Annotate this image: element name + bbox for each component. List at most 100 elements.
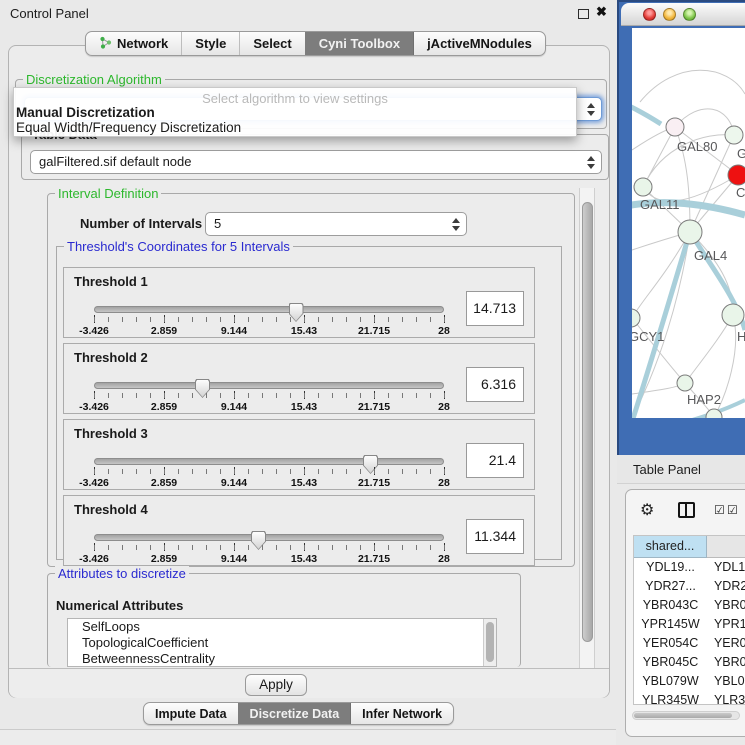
- node-h[interactable]: [722, 304, 744, 326]
- list-item[interactable]: BetweennessCentrality: [68, 651, 496, 667]
- slider-minor-ticks: [94, 469, 445, 474]
- threshold-slider[interactable]: -3.4262.8599.14415.4321.71528: [94, 420, 444, 491]
- threshold-slider[interactable]: -3.4262.8599.14415.4321.71528: [94, 344, 444, 415]
- slider-track[interactable]: [94, 534, 444, 541]
- threshold-value-field[interactable]: 11.344: [466, 519, 524, 554]
- column-header-name[interactable]: n...: [707, 536, 745, 558]
- threshold-slider[interactable]: -3.4262.8599.14415.4321.71528: [94, 268, 444, 339]
- gear-icon[interactable]: ⚙: [640, 500, 654, 520]
- tab-cyni-toolbox[interactable]: Cyni Toolbox: [305, 32, 413, 55]
- threshold-value-field[interactable]: 21.4: [466, 443, 524, 478]
- node-hap2[interactable]: [677, 375, 693, 391]
- close-icon[interactable]: ✖: [596, 4, 607, 20]
- combo-stepper-icon: [586, 102, 595, 117]
- scrollbar-thumb[interactable]: [486, 622, 494, 662]
- bottom-tab-bar: Impute Data Discretize Data Infer Networ…: [143, 702, 454, 725]
- node-gal4[interactable]: [678, 220, 702, 244]
- panel-title: Control Panel: [10, 6, 89, 21]
- table-row[interactable]: YBL079WYBL0: [634, 672, 745, 691]
- threshold-value-field[interactable]: 6.316: [466, 367, 524, 402]
- table-horizontal-scrollbar[interactable]: [632, 711, 740, 720]
- group-title: Attributes to discretize: [55, 566, 189, 581]
- node-gal80[interactable]: [666, 118, 684, 136]
- slider-minor-ticks: [94, 393, 445, 398]
- node-label: GAL4: [694, 248, 727, 263]
- attributes-to-discretize-group: Attributes to discretize Numerical Attri…: [47, 573, 521, 667]
- node-label: H: [737, 329, 745, 344]
- node-red[interactable]: [728, 165, 745, 185]
- threshold-value-field[interactable]: 14.713: [466, 291, 524, 326]
- node-label: GAL80: [677, 139, 717, 154]
- tab-network[interactable]: Network: [86, 32, 181, 55]
- slider-track[interactable]: [94, 458, 444, 465]
- group-title: Interval Definition: [55, 186, 161, 201]
- slider-track[interactable]: [94, 382, 444, 389]
- list-item[interactable]: SelfLoops: [68, 619, 496, 635]
- tab-select[interactable]: Select: [239, 32, 304, 55]
- slider-minor-ticks: [94, 317, 445, 322]
- minimize-traffic-light[interactable]: [663, 8, 676, 21]
- table-panel: Table Panel ⚙ ☑ ☑ shared... n... YDL19..…: [617, 455, 745, 745]
- node-label: C: [736, 185, 745, 200]
- list-scrollbar[interactable]: [483, 619, 496, 666]
- numerical-attributes-list: SelfLoops TopologicalCoefficient Between…: [67, 618, 497, 667]
- tab-discretize-data[interactable]: Discretize Data: [238, 703, 351, 724]
- interval-definition-group: Interval Definition Number of Intervals …: [47, 193, 575, 567]
- popup-item-manual-discretization[interactable]: Manual Discretization: [16, 105, 155, 120]
- scrollbar-thumb[interactable]: [634, 713, 732, 718]
- threshold-slider[interactable]: -3.4262.8599.14415.4321.71528: [94, 496, 444, 567]
- node-gcy1[interactable]: [632, 309, 640, 327]
- table-panel-title: Table Panel: [633, 462, 701, 477]
- scrollbar-thumb[interactable]: [582, 202, 593, 642]
- popup-item-equal-width-frequency[interactable]: Equal Width/Frequency Discretization: [16, 120, 241, 135]
- list-item[interactable]: TopologicalCoefficient: [68, 635, 496, 651]
- zoom-traffic-light[interactable]: [683, 8, 696, 21]
- table-row[interactable]: YLR345WYLR3: [634, 691, 745, 705]
- node-g[interactable]: [725, 126, 743, 144]
- table-row[interactable]: YBR045CYBR0: [634, 653, 745, 672]
- number-of-intervals-combobox[interactable]: 5: [205, 212, 467, 236]
- slider-tick-labels: -3.4262.8599.14415.4321.71528: [94, 401, 444, 413]
- table-row[interactable]: YDL19...YDL1: [634, 558, 745, 577]
- table-row[interactable]: YDR27...YDR2: [634, 577, 745, 596]
- table-row[interactable]: YER054CYER0: [634, 634, 745, 653]
- thresholds-coordinates-group: Threshold's Coordinates for 5 Intervals …: [56, 246, 562, 560]
- cyni-content-panel: Discretization Algorithm Table Data galF…: [8, 45, 610, 698]
- tab-jactivemnodules[interactable]: jActiveMNodules: [413, 32, 545, 55]
- network-window-titlebar[interactable]: [621, 3, 745, 26]
- column-header-shared-name[interactable]: shared...: [634, 536, 707, 558]
- table-header-row: shared... n...: [634, 536, 745, 558]
- node-label: G: [737, 146, 745, 161]
- threshold-row: Threshold 2 -3.4262.8599.14415.4321.7152…: [63, 343, 535, 414]
- slider-minor-ticks: [94, 545, 445, 550]
- table-toolbar: ⚙ ☑ ☑: [626, 490, 745, 530]
- float-window-icon[interactable]: [578, 9, 589, 19]
- node-label: GCY1: [632, 329, 664, 344]
- tab-infer-network[interactable]: Infer Network: [350, 703, 453, 724]
- split-columns-icon[interactable]: [678, 502, 695, 518]
- apply-button[interactable]: Apply: [245, 674, 307, 696]
- apply-row: Apply: [9, 668, 609, 698]
- top-tab-bar: Network Style Select Cyni Toolbox jActiv…: [85, 31, 546, 56]
- slider-track[interactable]: [94, 306, 444, 313]
- table-row[interactable]: YPR145WYPR1: [634, 615, 745, 634]
- combo-stepper-icon: [451, 217, 460, 232]
- slider-tick-labels: -3.4262.8599.14415.4321.71528: [94, 553, 444, 565]
- popup-hint: Select algorithm to view settings: [14, 91, 576, 106]
- tab-style[interactable]: Style: [181, 32, 239, 55]
- content-scrollbar[interactable]: [579, 188, 595, 668]
- table-panel-body: ⚙ ☑ ☑ shared... n... YDL19...YDL1 YDR27.…: [625, 489, 745, 737]
- table-data-combobox[interactable]: galFiltered.sif default node: [30, 150, 602, 174]
- checkbox-icon[interactable]: ☑: [714, 503, 725, 517]
- node-label: HAP2: [687, 392, 721, 407]
- combo-stepper-icon: [586, 155, 595, 170]
- tab-impute-data[interactable]: Impute Data: [144, 703, 238, 724]
- group-title: Threshold's Coordinates for 5 Intervals: [64, 239, 293, 254]
- network-icon: [99, 36, 112, 52]
- network-canvas[interactable]: GAL80 G C GAL11 GAL4 GCY1 H HAP2: [632, 28, 745, 418]
- close-traffic-light[interactable]: [643, 8, 656, 21]
- number-of-intervals-label: Number of Intervals: [80, 216, 202, 231]
- checkbox-icon[interactable]: ☑: [727, 503, 738, 517]
- table-row[interactable]: YBR043CYBR0: [634, 596, 745, 615]
- node-gal11[interactable]: [634, 178, 652, 196]
